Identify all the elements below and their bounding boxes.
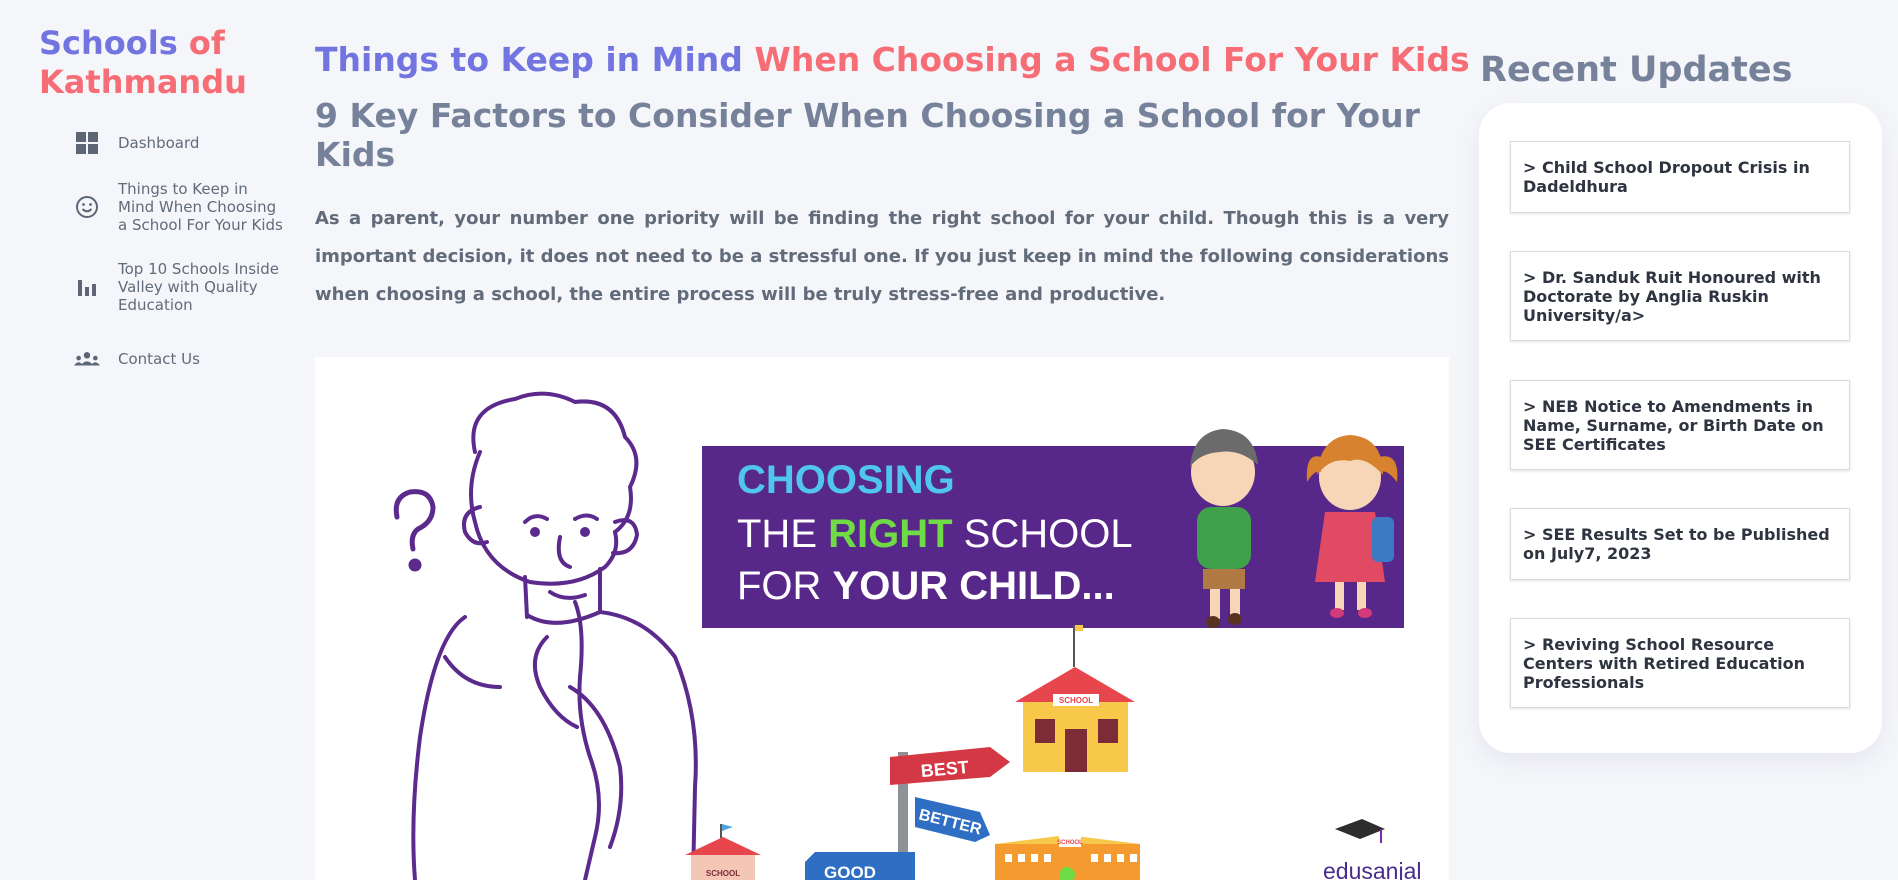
hero-illustration: CHOOSING THE RIGHT SCHOOL FOR YOUR CHILD… bbox=[393, 391, 1421, 880]
sidebar-item-label: Dashboard bbox=[118, 134, 200, 152]
school-building-illustration: SCHOOL bbox=[1015, 625, 1135, 772]
update-item-text: > Child School Dropout Crisis in Dadeldh… bbox=[1523, 158, 1810, 196]
logo-text-schools: Schools bbox=[39, 24, 189, 62]
small-school-text: SCHOOL bbox=[706, 869, 740, 878]
update-item-text: > SEE Results Set to be Published on Jul… bbox=[1523, 525, 1830, 563]
logo-text-kathmandu: Kathmandu bbox=[39, 63, 247, 101]
sidebar-item-label: Things to Keep in Mind When Choosing a S… bbox=[118, 180, 283, 234]
banner-text-line2a: THE bbox=[737, 512, 828, 556]
school-sign-text: SCHOOL bbox=[1059, 696, 1093, 705]
page-title-part1: Things to Keep in Mind bbox=[315, 40, 743, 79]
update-item-resource-centers[interactable]: > Reviving School Resource Centers with … bbox=[1510, 618, 1850, 708]
sidebar-item-contact-us[interactable]: Contact Us bbox=[74, 346, 284, 372]
intro-paragraph: As a parent, your number one priority wi… bbox=[315, 208, 1449, 305]
sidebar: Schools of Kathmandu Dashboard Things to… bbox=[0, 0, 290, 880]
update-item-see-results[interactable]: > SEE Results Set to be Published on Jul… bbox=[1510, 508, 1850, 580]
small-school-illustration: SCHOOL bbox=[685, 824, 761, 880]
sidebar-item-label: Top 10 Schools Inside Valley with Qualit… bbox=[118, 260, 279, 314]
update-item-dropout-crisis[interactable]: > Child School Dropout Crisis in Dadeldh… bbox=[1510, 141, 1850, 213]
sidebar-item-label: Contact Us bbox=[118, 350, 200, 368]
sidebar-item-things-to-keep-in-mind[interactable]: Things to Keep in Mind When Choosing a S… bbox=[74, 180, 284, 234]
hero-image: CHOOSING THE RIGHT SCHOOL FOR YOUR CHILD… bbox=[315, 357, 1449, 880]
update-item-neb-notice[interactable]: > NEB Notice to Amendments in Name, Surn… bbox=[1510, 380, 1850, 470]
sign-best-text: BEST bbox=[920, 757, 970, 781]
banner-text-line3b: YOUR CHILD... bbox=[833, 564, 1115, 608]
banner-text-line2b: RIGHT bbox=[828, 512, 952, 556]
sidebar-item-top-10-schools[interactable]: Top 10 Schools Inside Valley with Qualit… bbox=[74, 260, 284, 314]
page-title-part2: When Choosing a School For Your Kids bbox=[754, 40, 1470, 79]
update-item-text: > Dr. Sanduk Ruit Honoured with Doctorat… bbox=[1523, 267, 1821, 325]
contacts-icon bbox=[74, 346, 100, 372]
direction-signpost-illustration: BEST BETTER GOOD bbox=[805, 747, 1010, 880]
page-title: Things to Keep in Mind When Choosing a S… bbox=[315, 38, 1470, 82]
edusanjal-logo-text: edusanjal bbox=[1323, 858, 1421, 880]
recent-updates-card: > Child School Dropout Crisis in Dadeldh… bbox=[1479, 103, 1882, 753]
update-item-text: > NEB Notice to Amendments in Name, Surn… bbox=[1523, 396, 1824, 454]
logo-text-of: of bbox=[188, 24, 225, 62]
dashboard-icon bbox=[74, 130, 100, 156]
edusanjal-logo: edusanjal bbox=[1323, 819, 1421, 880]
page-subtitle: 9 Key Factors to Consider When Choosing … bbox=[315, 96, 1420, 174]
sign-good-text: GOOD bbox=[824, 863, 876, 880]
smile-icon bbox=[74, 194, 100, 220]
recent-updates-title: Recent Updates bbox=[1480, 50, 1793, 90]
update-item-sanduk-ruit[interactable]: > Dr. Sanduk Ruit Honoured with Doctorat… bbox=[1510, 251, 1850, 341]
orange-school-illustration: SCHOOL bbox=[995, 835, 1140, 880]
sidebar-item-dashboard[interactable]: Dashboard bbox=[74, 130, 284, 156]
site-logo[interactable]: Schools of Kathmandu bbox=[39, 24, 247, 102]
banner-text-line3: FOR YOUR CHILD... bbox=[737, 564, 1115, 608]
question-mark-glyph bbox=[393, 489, 436, 572]
bar-chart-icon bbox=[74, 274, 100, 300]
thinking-boy-illustration bbox=[411, 391, 698, 880]
banner-text-line3a: FOR bbox=[737, 564, 833, 608]
banner-text-line2: THE RIGHT SCHOOL bbox=[737, 512, 1133, 556]
orange-school-text: SCHOOL bbox=[1057, 840, 1083, 846]
update-item-text: > Reviving School Resource Centers with … bbox=[1523, 634, 1805, 692]
banner-text-line2c: SCHOOL bbox=[953, 512, 1133, 556]
banner-text-line1: CHOOSING bbox=[737, 458, 955, 502]
